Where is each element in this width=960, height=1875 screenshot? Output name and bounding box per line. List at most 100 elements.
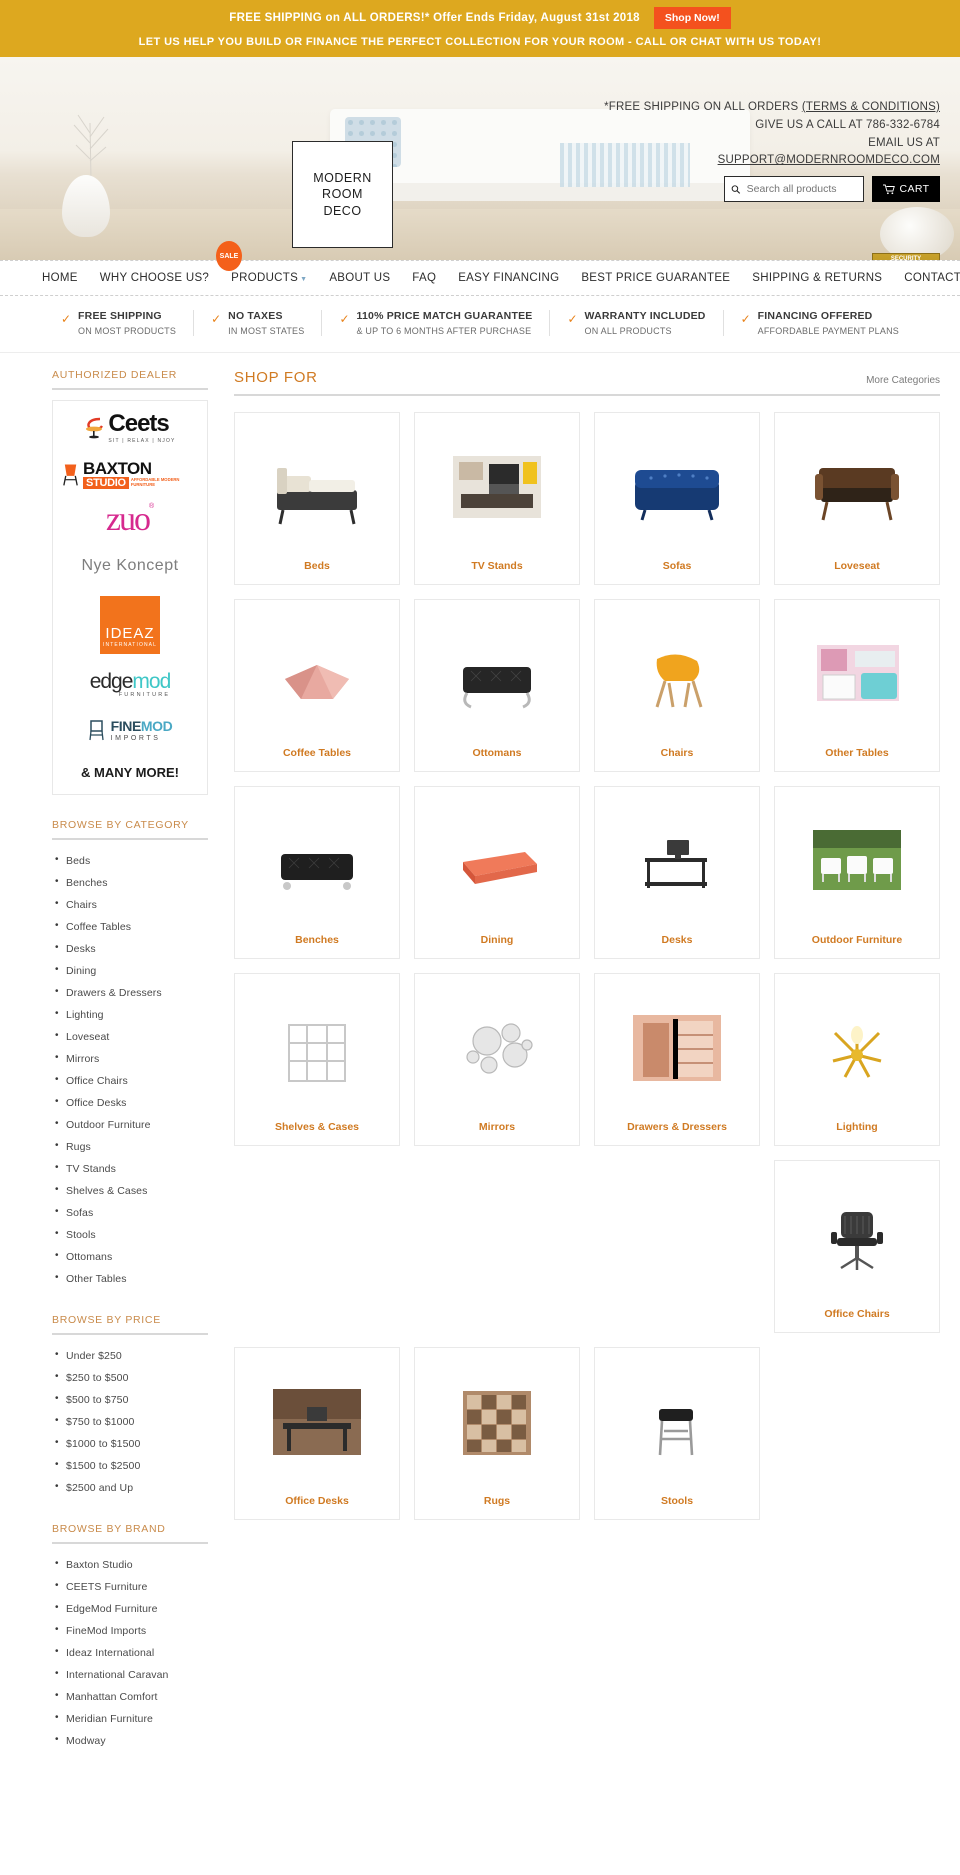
nav-item-easy-financing[interactable]: EASY FINANCING	[458, 272, 559, 284]
category-card[interactable]: Benches	[234, 786, 400, 959]
brand-logo-ideaz[interactable]: IDEAZ INTERNATIONAL	[61, 595, 199, 655]
search-box[interactable]	[724, 176, 864, 203]
search-input[interactable]	[746, 183, 857, 196]
sidebar-brand-item[interactable]: Meridian Furniture	[52, 1708, 208, 1730]
sidebar-category-item[interactable]: Desks	[52, 938, 208, 960]
sidebar-brand-item[interactable]: Modway	[52, 1730, 208, 1752]
search-icon	[731, 185, 741, 194]
more-categories-link[interactable]: More Categories	[866, 375, 940, 386]
brand-logo-zuo[interactable]: zuo ®	[61, 502, 199, 537]
site-logo[interactable]: MODERN ROOM DECO	[292, 141, 393, 248]
sidebar-price-item[interactable]: $250 to $500	[52, 1367, 208, 1389]
brand-logo-nye-koncept[interactable]: Nye Koncept	[61, 549, 199, 583]
sidebar-price-item[interactable]: $750 to $1000	[52, 1411, 208, 1433]
ceets-tagline: SIT | RELAX | NJOY	[108, 438, 176, 444]
sidebar-category-item[interactable]: Office Chairs	[52, 1070, 208, 1092]
sidebar-category-item[interactable]: Lighting	[52, 1004, 208, 1026]
sidebar-brand-item[interactable]: CEETS Furniture	[52, 1576, 208, 1598]
sidebar-category-item[interactable]: Drawers & Dressers	[52, 982, 208, 1004]
trust-guard-seal[interactable]: SECURITY SCANNED TRUST GUARD	[872, 253, 940, 260]
sidebar-brand-item[interactable]: FineMod Imports	[52, 1620, 208, 1642]
page-body: AUTHORIZED DEALER Ceets SIT | RELAX | NJ…	[0, 353, 960, 1776]
sidebar-price-item[interactable]: $1000 to $1500	[52, 1433, 208, 1455]
category-card[interactable]: Desks	[594, 786, 760, 959]
sidebar-brand-item[interactable]: Ideaz International	[52, 1642, 208, 1664]
sidebar-brand-item[interactable]: EdgeMod Furniture	[52, 1598, 208, 1620]
category-card[interactable]: Ottomans	[414, 599, 580, 772]
category-card-label: Beds	[304, 560, 330, 573]
category-card[interactable]: Outdoor Furniture	[774, 786, 940, 959]
category-card[interactable]: Drawers & Dressers	[594, 973, 760, 1146]
finemod-wordmark: FINEMOD	[110, 717, 173, 734]
category-card[interactable]: Lighting	[774, 973, 940, 1146]
category-card[interactable]: Shelves & Cases	[234, 973, 400, 1146]
category-card[interactable]: Other Tables	[774, 599, 940, 772]
sidebar-price-item[interactable]: $1500 to $2500	[52, 1455, 208, 1477]
sidebar-category-item[interactable]: Shelves & Cases	[52, 1180, 208, 1202]
shop-now-button[interactable]: Shop Now!	[653, 7, 731, 29]
nav-item-best-price-guarantee[interactable]: BEST PRICE GUARANTEE	[581, 272, 730, 284]
baxton-chair-icon	[63, 464, 78, 486]
category-thumbnail	[783, 1173, 931, 1302]
category-card[interactable]: Mirrors	[414, 973, 580, 1146]
category-thumbnail	[603, 612, 751, 741]
category-card[interactable]: Stools	[594, 1347, 760, 1520]
sidebar-category-item[interactable]: Sofas	[52, 1202, 208, 1224]
nav-item-contact[interactable]: CONTACT	[904, 272, 960, 284]
nav-item-products[interactable]: PRODUCTS ▼	[231, 272, 307, 284]
category-card-label: Rugs	[483, 1495, 511, 1508]
sidebar-category-item[interactable]: Other Tables	[52, 1268, 208, 1290]
sidebar-category-item[interactable]: Dining	[52, 960, 208, 982]
feature-title: WARRANTY INCLUDED	[584, 310, 706, 322]
nav-item-why-choose-us[interactable]: WHY CHOOSE US?	[100, 272, 209, 284]
logo-line-2: ROOM	[322, 187, 363, 202]
email-link[interactable]: SUPPORT@MODERNROOMDECO.COM	[718, 154, 940, 166]
sidebar-price-item[interactable]: Under $250	[52, 1345, 208, 1367]
nav-item-shipping-returns[interactable]: SHIPPING & RETURNS	[752, 272, 882, 284]
sidebar-brand-item[interactable]: International Caravan	[52, 1664, 208, 1686]
nav-item-faq[interactable]: FAQ	[412, 272, 436, 284]
category-card[interactable]: Office Chairs	[774, 1160, 940, 1333]
category-card[interactable]: Beds	[234, 412, 400, 585]
brand-logo-finemod[interactable]: FINEMOD IMPORTS	[61, 713, 199, 747]
brand-logo-edgemod[interactable]: edgemod FURNITURE	[61, 667, 199, 701]
sidebar-category-item[interactable]: Outdoor Furniture	[52, 1114, 208, 1136]
cart-icon	[882, 184, 895, 194]
brand-logo-ceets[interactable]: Ceets SIT | RELAX | NJOY	[61, 411, 199, 445]
category-thumbnail	[783, 799, 931, 928]
sidebar-category-item[interactable]: Loveseat	[52, 1026, 208, 1048]
sidebar-category-item[interactable]: Chairs	[52, 894, 208, 916]
sidebar-category-item[interactable]: Rugs	[52, 1136, 208, 1158]
sidebar-brand-item[interactable]: Manhattan Comfort	[52, 1686, 208, 1708]
nav-item-home[interactable]: HOME	[42, 272, 78, 284]
cart-button[interactable]: CART	[872, 176, 940, 203]
ideaz-wordmark: IDEAZ	[105, 625, 155, 642]
sidebar-category-item[interactable]: Beds	[52, 850, 208, 872]
sidebar-category-item[interactable]: TV Stands	[52, 1158, 208, 1180]
header-contact-block: *FREE SHIPPING ON ALL ORDERS (TERMS & CO…	[420, 99, 940, 203]
category-card[interactable]: Office Desks	[234, 1347, 400, 1520]
finemod-chair-icon	[88, 720, 104, 741]
category-thumbnail	[243, 986, 391, 1115]
sidebar-price-item[interactable]: $500 to $750	[52, 1389, 208, 1411]
nav-item-about-us[interactable]: ABOUT US	[329, 272, 390, 284]
sidebar-category-item[interactable]: Coffee Tables	[52, 916, 208, 938]
terms-conditions-link[interactable]: (TERMS & CONDITIONS)	[802, 101, 940, 113]
category-card[interactable]: TV Stands	[414, 412, 580, 585]
brand-logo-baxton-studio[interactable]: BAXTON STUDIO AFFORDABLE MODERN FURNITUR…	[61, 457, 199, 491]
category-card[interactable]: Chairs	[594, 599, 760, 772]
category-card[interactable]: Dining	[414, 786, 580, 959]
category-card[interactable]: Coffee Tables	[234, 599, 400, 772]
sidebar-price-item[interactable]: $2500 and Up	[52, 1477, 208, 1499]
sidebar-category-item[interactable]: Stools	[52, 1224, 208, 1246]
promo-banner: FREE SHIPPING on ALL ORDERS!* Offer Ends…	[0, 0, 960, 57]
category-card[interactable]: Sofas	[594, 412, 760, 585]
sidebar-category-item[interactable]: Mirrors	[52, 1048, 208, 1070]
category-card-label: Other Tables	[825, 747, 889, 760]
sidebar-brand-item[interactable]: Baxton Studio	[52, 1554, 208, 1576]
sidebar-category-item[interactable]: Benches	[52, 872, 208, 894]
sidebar-category-item[interactable]: Office Desks	[52, 1092, 208, 1114]
category-card[interactable]: Loveseat	[774, 412, 940, 585]
category-card[interactable]: Rugs	[414, 1347, 580, 1520]
sidebar-category-item[interactable]: Ottomans	[52, 1246, 208, 1268]
